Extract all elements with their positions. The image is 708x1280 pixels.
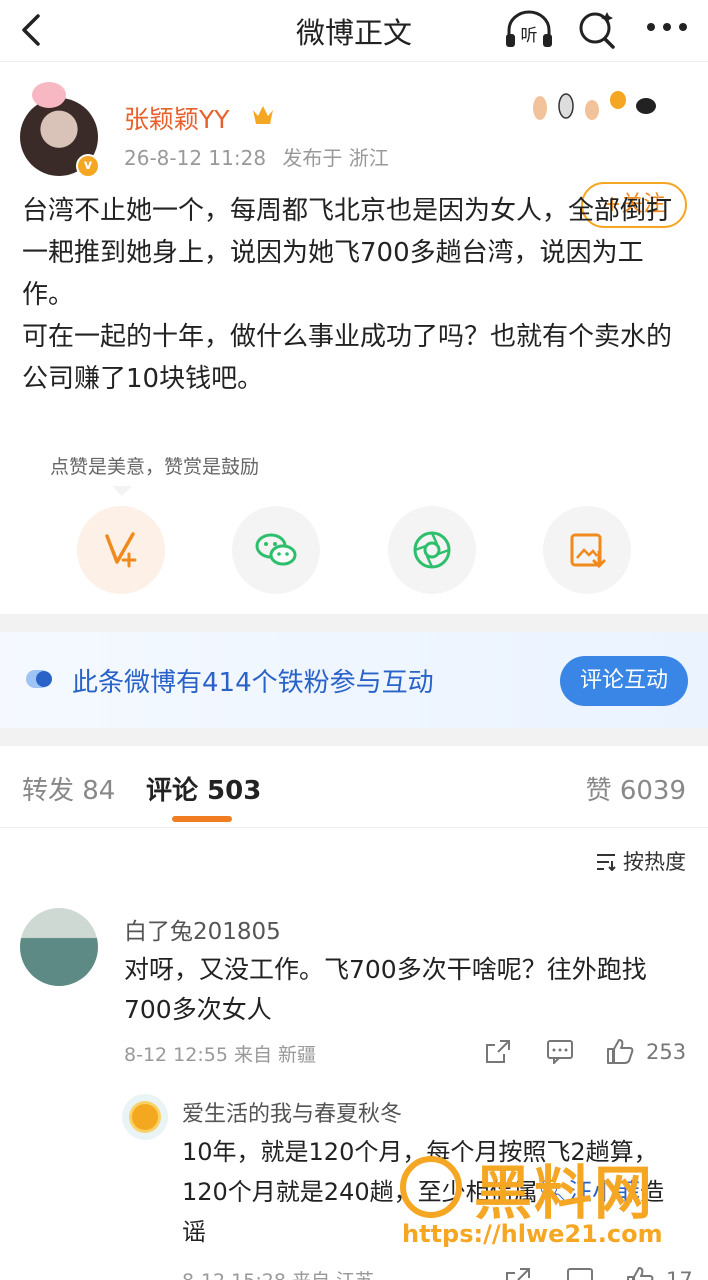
watermark-overlay: 黑料网 https://hlwe21.com [398, 1148, 698, 1258]
sort-icon [597, 854, 616, 872]
cat-paw-decoration-icon [533, 91, 656, 120]
verified-badge-icon: v [76, 154, 100, 178]
post-location: 发布于 浙江 [282, 146, 389, 170]
comment-like-button[interactable]: 253 [606, 1038, 686, 1066]
commenter-name[interactable]: 爱生活的我与春夏秋冬 [182, 1096, 402, 1128]
author-avatar[interactable]: v [20, 82, 100, 178]
reward-tip: 点赞是美意，赞赏是鼓励 [50, 456, 260, 478]
headphones-listen-icon[interactable]: 听 [503, 8, 555, 50]
commenter-avatar[interactable] [20, 908, 98, 986]
comment-meta: 8-12 15:28 来自 江苏 [182, 1266, 374, 1280]
comment-share-button[interactable] [504, 1266, 532, 1280]
reward-v-icon [105, 532, 137, 568]
reply-bubble-icon [547, 1040, 573, 1066]
like-count: 17 [666, 1268, 693, 1280]
more-options-icon[interactable] [646, 22, 688, 32]
fans-count-text: 此条微博有414个铁粉参与互动 [72, 668, 434, 698]
tip-reward-button[interactable] [77, 506, 165, 594]
tip-arrow [112, 486, 132, 496]
fans-toggle-icon [26, 670, 52, 688]
thumbs-up-icon [607, 1039, 634, 1064]
post-meta: 26-8-12 11:28 发布于 浙江 [124, 142, 389, 171]
watermark-url: https://hlwe21.com [402, 1220, 663, 1248]
share-moments-button[interactable] [388, 506, 476, 594]
interaction-tabs: 转发 84 评论 503 赞 6039 [0, 746, 708, 828]
post-paragraph: 可在一起的十年，做什么事业成功了吗？也就有个卖水的公司赚了10块钱吧。 [22, 322, 673, 394]
sun-avatar-icon [132, 1104, 158, 1130]
fans-interaction-banner: 此条微博有414个铁粉参与互动 评论互动 [0, 632, 708, 728]
watermark-title: 黑料网 [474, 1159, 655, 1227]
section-divider [0, 728, 708, 746]
share-icon [486, 1040, 510, 1063]
moments-aperture-icon [413, 531, 451, 569]
comment-like-button[interactable]: 17 [626, 1266, 693, 1280]
watermark-logo-icon [400, 1156, 462, 1218]
commenter-avatar[interactable] [122, 1094, 168, 1140]
member-crown-icon [253, 106, 273, 124]
top-nav-bar: 微博正文 听 [0, 0, 708, 62]
comment-reply-button[interactable] [546, 1038, 574, 1066]
reply-bubble-icon [567, 1268, 593, 1280]
comment-meta: 8-12 12:55 来自 新疆 [124, 1044, 316, 1066]
active-tab-indicator [172, 816, 232, 822]
post-author-header: v 张颖颖YY 26-8-12 11:28 发布于 浙江 +关注 [0, 78, 708, 228]
like-count: 253 [646, 1040, 687, 1064]
tab-like[interactable]: 赞 6039 [586, 770, 686, 807]
wechat-icon [255, 533, 297, 566]
save-image-button[interactable] [543, 506, 631, 594]
save-image-icon [570, 533, 606, 569]
section-divider [0, 614, 708, 632]
search-spark-icon[interactable] [576, 8, 618, 50]
tab-repost[interactable]: 转发 84 [22, 770, 115, 807]
post-content: 台湾不止她一个，每周都飞北京也是因为女人，全部倒打一耙推到她身上，说因为她飞70… [22, 190, 688, 400]
post-paragraph: 台湾不止她一个，每周都飞北京也是因为女人，全部倒打一耙推到她身上，说因为她飞70… [22, 196, 673, 310]
share-icon [506, 1268, 530, 1280]
sort-by-hot-button[interactable]: 按热度 [595, 846, 686, 876]
share-wechat-button[interactable] [232, 506, 320, 594]
commenter-name[interactable]: 白了兔201805 [124, 912, 281, 946]
comment-share-button[interactable] [484, 1038, 512, 1066]
post-datetime: 26-8-12 11:28 [124, 146, 267, 170]
comment-interact-button[interactable]: 评论互动 [560, 656, 688, 706]
comment-reply-button[interactable] [566, 1266, 594, 1280]
thumbs-up-icon [627, 1267, 654, 1280]
sort-label: 按热度 [623, 850, 686, 874]
pig-decoration-icon [32, 82, 66, 108]
comment-text: 对呀，又没工作。飞700多次干啥呢？往外跑找700多次女人 [124, 955, 647, 1024]
listen-label: 听 [521, 26, 538, 46]
author-name[interactable]: 张颖颖YY [124, 100, 230, 136]
